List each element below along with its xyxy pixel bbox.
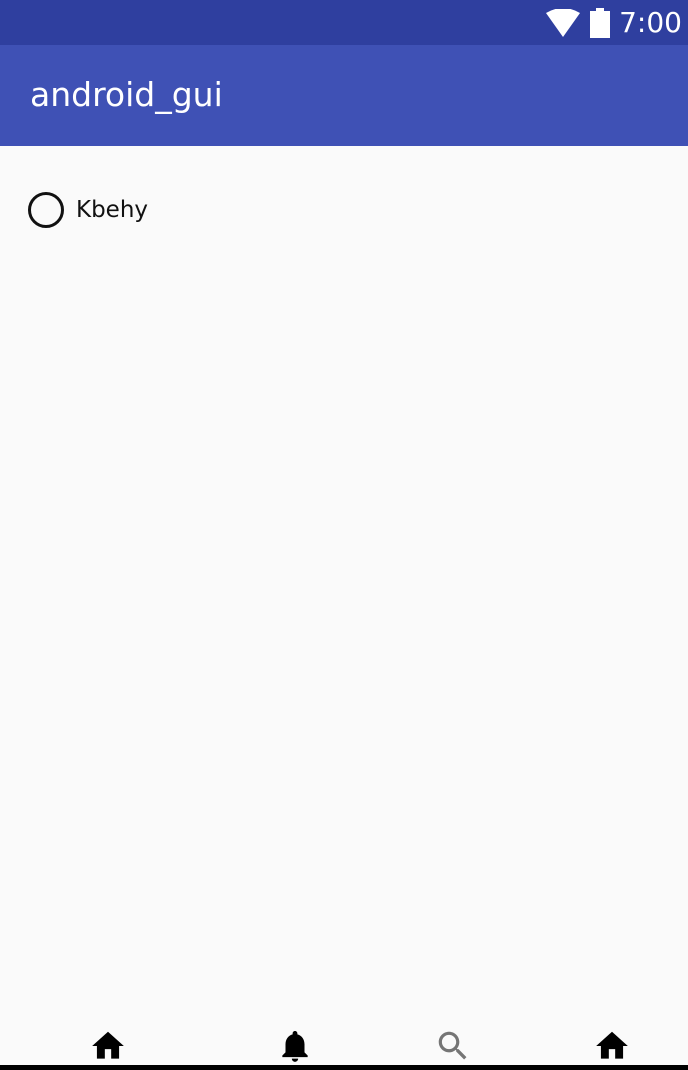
nav-home-button-2[interactable] — [592, 1026, 632, 1066]
nav-notifications-button[interactable] — [275, 1026, 315, 1066]
bottom-navigation — [0, 1006, 688, 1070]
status-icons: 7:00 — [546, 0, 682, 45]
content-area: Kbehy — [0, 146, 688, 1006]
status-bar: 7:00 — [0, 0, 688, 45]
app-title: android_gui — [30, 75, 223, 114]
radio-option-kbehy[interactable]: Kbehy — [28, 192, 148, 228]
wifi-icon — [546, 8, 581, 37]
radio-label: Kbehy — [76, 197, 149, 223]
app-bar: android_gui — [0, 45, 688, 146]
nav-search-button[interactable] — [433, 1026, 473, 1066]
home-icon — [92, 1031, 124, 1059]
bell-icon — [282, 1030, 308, 1062]
search-icon — [438, 1031, 467, 1060]
system-nav-edge — [0, 1065, 688, 1070]
radio-button[interactable] — [28, 192, 64, 228]
home-icon — [596, 1031, 628, 1059]
battery-icon — [590, 7, 611, 38]
status-time: 7:00 — [619, 6, 682, 39]
nav-home-button-1[interactable] — [88, 1026, 128, 1066]
